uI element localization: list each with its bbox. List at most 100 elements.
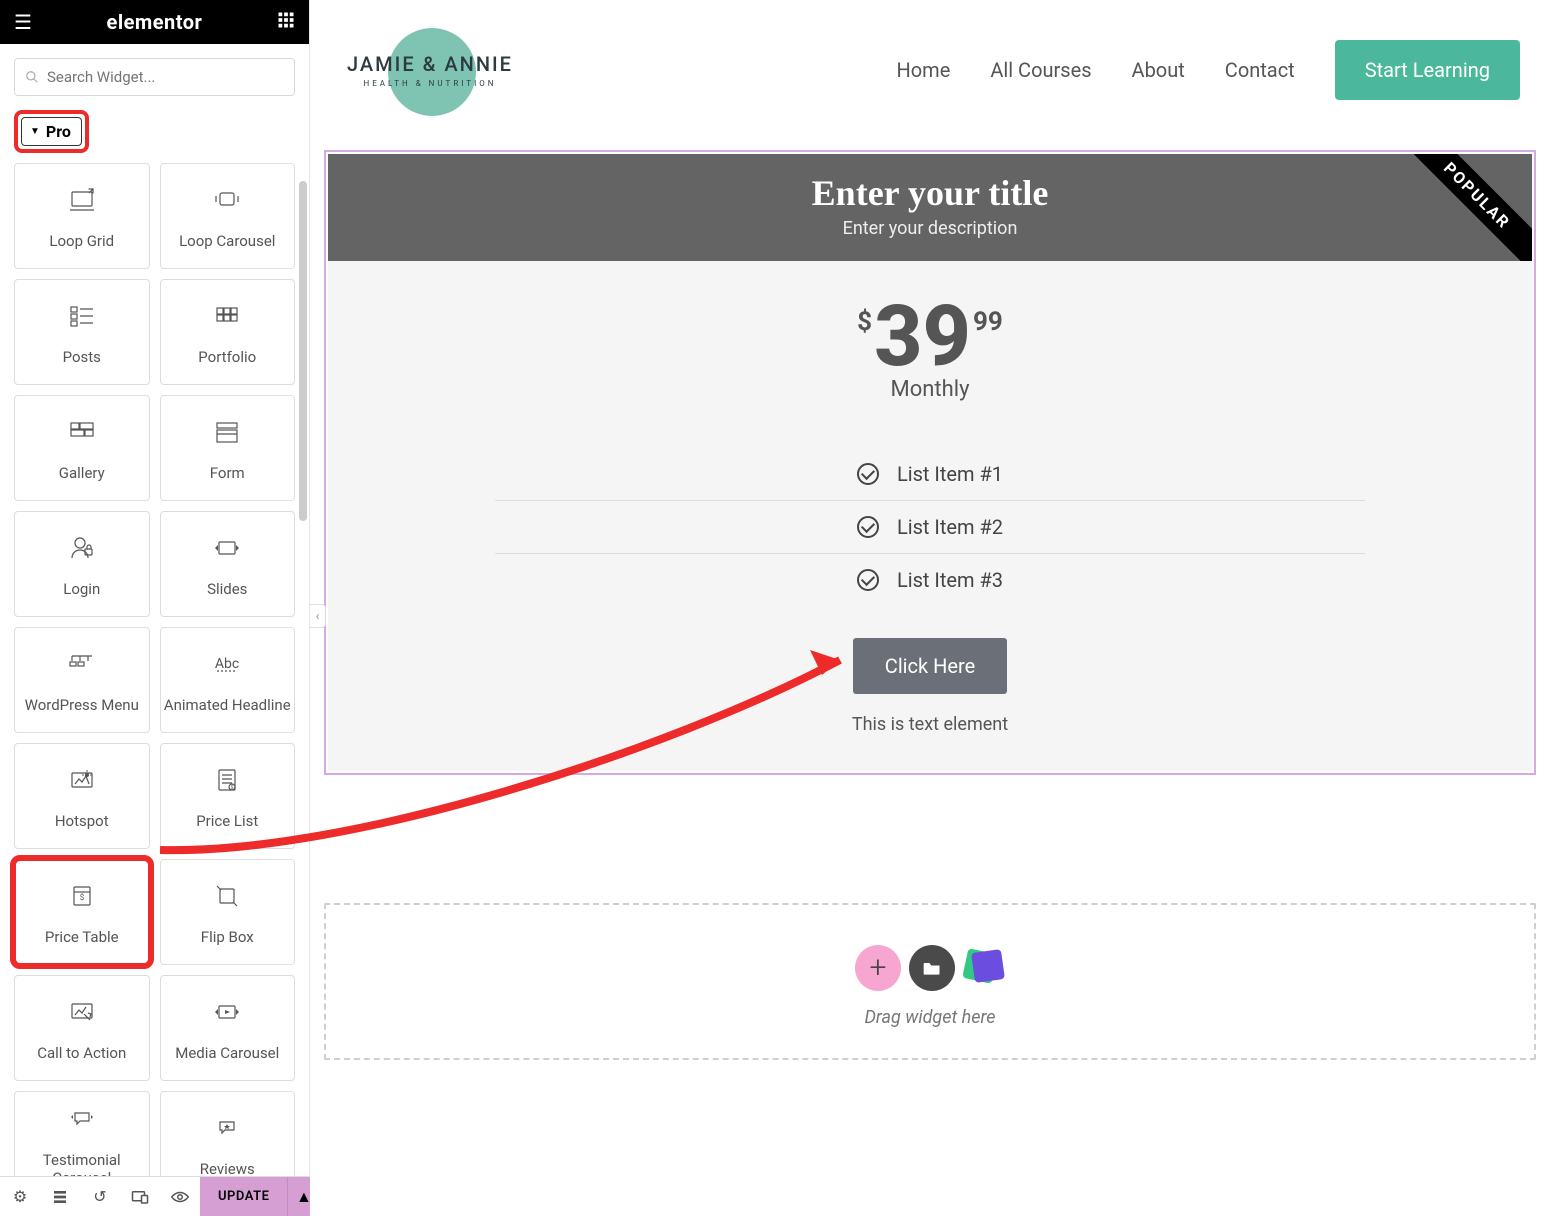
- panel-collapse-button[interactable]: ‹: [310, 604, 326, 628]
- responsive-icon[interactable]: [120, 1177, 160, 1216]
- apps-icon[interactable]: [277, 10, 295, 34]
- elementor-panel: ☰ elementor ▼ Pro Loop Grid: [0, 0, 310, 1216]
- category-chip[interactable]: ▼ Pro: [21, 117, 82, 146]
- widget-reviews[interactable]: Reviews: [160, 1091, 296, 1176]
- widget-wordpress-menu[interactable]: WordPress Menu: [14, 627, 150, 733]
- site-logo[interactable]: JAMIE & ANNIE HEALTH & NUTRITION: [330, 20, 530, 120]
- widget-label: Testimonial Carousel: [15, 1151, 149, 1176]
- widget-label: Posts: [63, 348, 101, 366]
- loop-carousel-icon: [211, 182, 243, 218]
- search-wrap: [0, 44, 309, 110]
- svg-text:Abc: Abc: [215, 656, 239, 672]
- add-container-icon[interactable]: [963, 945, 1005, 987]
- nav-courses[interactable]: All Courses: [990, 58, 1091, 82]
- price-table-description: Enter your description: [338, 218, 1522, 239]
- widget-price-table[interactable]: $ Price Table: [14, 859, 150, 965]
- check-icon: [857, 516, 879, 538]
- widget-label: Hotspot: [55, 812, 109, 830]
- widget-testimonial-carousel[interactable]: Testimonial Carousel: [14, 1091, 150, 1176]
- feature-item: List Item #1: [495, 448, 1364, 500]
- price-row: $ 39 99: [358, 299, 1502, 375]
- price-table-section[interactable]: Enter your title Enter your description …: [310, 140, 1550, 795]
- widget-login[interactable]: Login: [14, 511, 150, 617]
- search-box[interactable]: [14, 58, 295, 96]
- check-icon: [857, 463, 879, 485]
- widget-slides[interactable]: Slides: [160, 511, 296, 617]
- drop-icons: +: [336, 945, 1524, 991]
- price-currency: $: [857, 307, 872, 337]
- widget-animated-headline[interactable]: Abc Animated Headline: [160, 627, 296, 733]
- price-table-body: $ 39 99 Monthly List Item #1 List Item #…: [328, 261, 1532, 771]
- login-icon: [66, 530, 98, 566]
- price-table-title: Enter your title: [338, 172, 1522, 214]
- brand-line1: JAMIE & ANNIE: [347, 52, 513, 77]
- feature-item: List Item #2: [495, 500, 1364, 553]
- widget-label: Gallery: [59, 464, 105, 482]
- price-list-icon: $: [211, 762, 243, 798]
- newsletter-heading: Subscribe to Newsletter: [310, 1210, 1550, 1216]
- widget-label: Reviews: [200, 1160, 255, 1176]
- price-amount: 39: [874, 299, 971, 375]
- drop-hint: Drag widget here: [336, 1007, 1524, 1028]
- nav-about[interactable]: About: [1132, 58, 1185, 82]
- widget-loop-grid[interactable]: Loop Grid: [14, 163, 150, 269]
- flip-box-icon: [211, 878, 243, 914]
- price-table-header: Enter your title Enter your description …: [328, 154, 1532, 261]
- widget-label: Media Carousel: [175, 1044, 279, 1062]
- nav-contact[interactable]: Contact: [1225, 58, 1295, 82]
- history-icon[interactable]: ↺: [80, 1177, 120, 1216]
- add-section-icon[interactable]: +: [855, 945, 901, 991]
- widget-form[interactable]: Form: [160, 395, 296, 501]
- start-learning-button[interactable]: Start Learning: [1335, 40, 1520, 100]
- price-table-note: This is text element: [358, 714, 1502, 735]
- form-icon: [211, 414, 243, 450]
- widget-price-list[interactable]: $ Price List: [160, 743, 296, 849]
- update-button[interactable]: UPDATE: [200, 1177, 287, 1216]
- widget-label: Price Table: [45, 928, 119, 946]
- elementor-logo: elementor: [107, 10, 203, 34]
- widget-label: WordPress Menu: [25, 696, 139, 714]
- add-template-icon[interactable]: [909, 945, 955, 991]
- feature-text: List Item #1: [897, 462, 1003, 486]
- widget-label: Login: [63, 580, 100, 598]
- price-table-button[interactable]: Click Here: [853, 638, 1007, 694]
- feature-list: List Item #1 List Item #2 List Item #3: [495, 448, 1364, 606]
- svg-text:$: $: [80, 893, 85, 902]
- caret-down-icon: ▼: [30, 126, 40, 137]
- widget-media-carousel[interactable]: Media Carousel: [160, 975, 296, 1081]
- widget-flip-box[interactable]: Flip Box: [160, 859, 296, 965]
- widget-label: Call to Action: [37, 1044, 126, 1062]
- widget-label: Price List: [196, 812, 258, 830]
- price-table-icon: $: [66, 878, 98, 914]
- widget-label: Animated Headline: [164, 696, 291, 714]
- widget-portfolio[interactable]: Portfolio: [160, 279, 296, 385]
- drop-area[interactable]: + Drag widget here: [324, 903, 1536, 1060]
- search-input[interactable]: [47, 68, 284, 86]
- animated-headline-icon: Abc: [211, 646, 243, 682]
- menu-icon[interactable]: ☰: [14, 10, 32, 34]
- testimonial-carousel-icon: [66, 1101, 98, 1137]
- price-cents: 99: [973, 307, 1003, 337]
- svg-text:$: $: [231, 784, 234, 791]
- panel-footer: ⚙ ↺ UPDATE ▲: [0, 1176, 309, 1216]
- panel-header: ☰ elementor: [0, 0, 309, 44]
- navigator-icon[interactable]: [40, 1177, 80, 1216]
- scrollbar[interactable]: [299, 163, 307, 713]
- nav-home[interactable]: Home: [896, 58, 950, 82]
- wordpress-menu-icon: [66, 646, 98, 682]
- search-icon: [25, 70, 39, 84]
- brand-line2: HEALTH & NUTRITION: [347, 79, 513, 88]
- widget-label: Loop Carousel: [179, 232, 275, 250]
- widget-hotspot[interactable]: Hotspot: [14, 743, 150, 849]
- widget-posts[interactable]: Posts: [14, 279, 150, 385]
- widget-loop-carousel[interactable]: Loop Carousel: [160, 163, 296, 269]
- widget-list: Loop Grid Loop Carousel Posts Portfolio …: [0, 163, 309, 1176]
- category-row: ▼ Pro: [0, 110, 309, 163]
- widget-gallery[interactable]: Gallery: [14, 395, 150, 501]
- posts-icon: [66, 298, 98, 334]
- annotation-highlight-category: ▼ Pro: [14, 110, 89, 153]
- settings-icon[interactable]: ⚙: [0, 1177, 40, 1216]
- slides-icon: [211, 530, 243, 566]
- preview-icon[interactable]: [160, 1177, 200, 1216]
- widget-call-to-action[interactable]: Call to Action: [14, 975, 150, 1081]
